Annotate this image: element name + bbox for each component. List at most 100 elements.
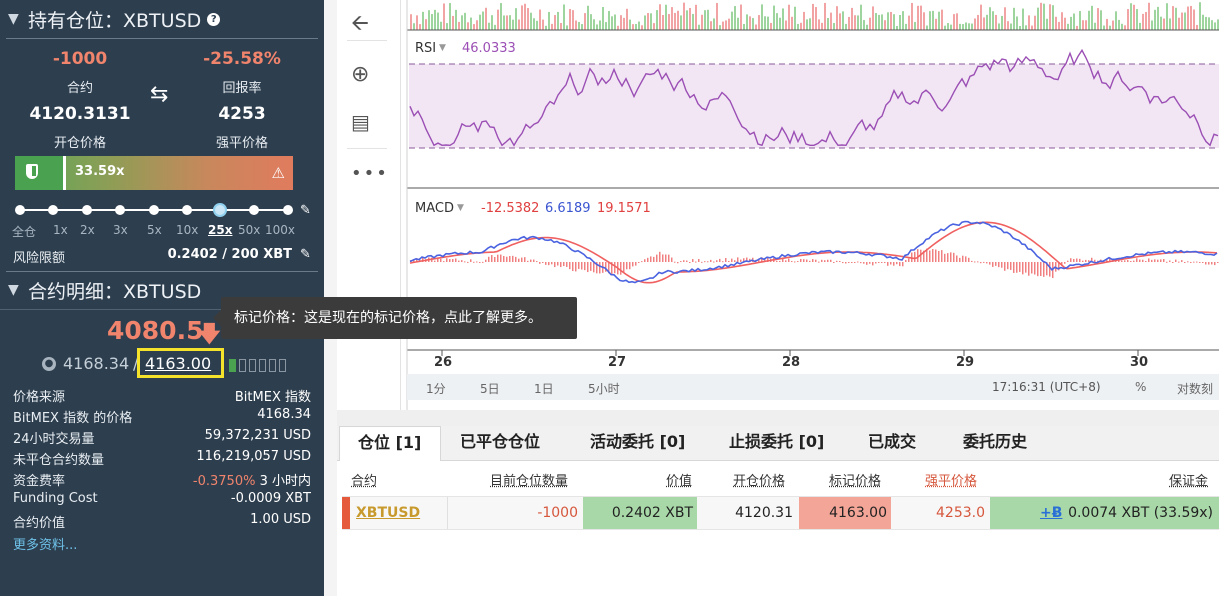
position-header[interactable]: ▼ 持有仓位：XBTUSD ? <box>0 0 324 38</box>
timeframe-button[interactable]: 5小时 <box>588 380 620 397</box>
volume-bar <box>974 18 976 30</box>
volume-bar <box>1094 22 1096 30</box>
histogram-bar <box>821 259 823 262</box>
leverage-stop[interactable] <box>249 205 259 215</box>
column-header-liq[interactable]: 强平价格 <box>925 470 977 489</box>
chevron-down-icon[interactable]: ▼ <box>439 43 446 53</box>
leverage-option[interactable]: 5x <box>147 223 162 237</box>
histogram-bar <box>506 256 508 262</box>
histogram-bar <box>854 262 856 263</box>
column-header-size[interactable]: 目前仓位数量 <box>490 470 568 489</box>
histogram-bar <box>656 254 658 262</box>
zoom-in-icon[interactable]: ⊕ <box>351 62 369 87</box>
mark-price-link[interactable]: 4163.00 <box>145 354 211 373</box>
leverage-option[interactable]: 50x <box>238 223 260 237</box>
chart-toolbar: 🡨 ⊕ ▤ ••• <box>337 0 401 410</box>
histogram-bar <box>1049 262 1051 277</box>
globe-icon: ● <box>42 357 56 371</box>
histogram-bar <box>1211 262 1213 265</box>
leverage-option-selected[interactable]: 25x <box>208 223 232 237</box>
histogram-bar <box>1130 260 1132 262</box>
column-header-entry[interactable]: 开仓价格 <box>733 470 785 489</box>
volume-bar <box>854 15 856 30</box>
edit-icon[interactable]: ✎ <box>300 247 311 262</box>
log-scale-button[interactable]: 对数刻 <box>1177 380 1213 397</box>
tab-active-orders[interactable]: 活动委托 [0] <box>590 426 685 460</box>
tab-positions[interactable]: 仓位 [1] <box>339 426 441 461</box>
leverage-stop[interactable] <box>82 205 92 215</box>
histogram-bar <box>968 257 970 262</box>
volume-bar <box>818 19 820 30</box>
histogram-bar <box>818 261 820 263</box>
column-header-value[interactable]: 价值 <box>666 470 692 489</box>
column-header-symbol[interactable]: 合约 <box>351 470 377 489</box>
histogram-bar <box>884 262 886 264</box>
volume-bar <box>434 9 436 30</box>
volume-bar <box>1202 14 1204 30</box>
histogram-bar <box>1025 262 1027 273</box>
symbol-link[interactable]: XBTUSD <box>356 497 420 529</box>
histogram-bar <box>836 260 838 262</box>
volume-bar <box>1004 7 1006 31</box>
back-arrow-icon[interactable]: 🡨 <box>351 6 369 44</box>
tab-stop-orders[interactable]: 止损委托 [0] <box>729 426 824 460</box>
tab-order-history[interactable]: 委托历史 <box>963 426 1027 460</box>
column-header-mark[interactable]: 标记价格 <box>829 470 881 489</box>
percent-button[interactable]: % <box>1135 380 1146 394</box>
histogram-bar <box>932 249 934 262</box>
column-header-margin[interactable]: 保证金 <box>1169 470 1208 489</box>
leverage-stop[interactable] <box>283 205 293 215</box>
chevron-down-icon[interactable]: ▼ <box>8 11 28 27</box>
histogram-bar <box>872 262 874 266</box>
chart-area[interactable]: RSI ▼ 46.0333 MACD ▼ -12.5382 6.6189 19.… <box>402 0 1219 410</box>
measure-icon[interactable]: ▤ <box>351 110 370 134</box>
edit-icon[interactable]: ✎ <box>300 203 311 218</box>
histogram-bar <box>710 259 712 262</box>
timeframe-button[interactable]: 1日 <box>534 380 554 397</box>
tab-closed-positions[interactable]: 已平仓仓位 <box>460 426 540 460</box>
add-margin-button[interactable]: +Ƀ <box>1040 497 1062 529</box>
timeframe-button[interactable]: 5日 <box>480 380 500 397</box>
leverage-option[interactable]: 全仓 <box>12 223 36 240</box>
histogram-bar <box>992 262 994 267</box>
leverage-option[interactable]: 100x <box>265 223 295 237</box>
histogram-bar <box>725 257 727 262</box>
volume-bar <box>1115 11 1117 30</box>
leverage-slider-handle[interactable] <box>213 203 227 217</box>
histogram-bar <box>914 251 916 262</box>
macd-label[interactable]: MACD <box>415 201 454 216</box>
volume-bar <box>740 4 742 30</box>
leverage-stop[interactable] <box>182 205 192 215</box>
chevron-down-icon[interactable]: ▼ <box>457 203 464 213</box>
histogram-bar <box>488 256 490 262</box>
volume-bar <box>875 13 877 30</box>
more-icon[interactable]: ••• <box>351 163 389 184</box>
volume-bar <box>680 15 682 30</box>
leverage-option[interactable]: 3x <box>113 223 128 237</box>
rsi-label[interactable]: RSI <box>415 41 436 56</box>
help-icon[interactable]: ? <box>207 12 221 26</box>
swap-arrows-icon[interactable]: ⇆ <box>150 82 168 107</box>
leverage-stop[interactable] <box>48 205 58 215</box>
leverage-stop[interactable] <box>149 205 159 215</box>
index-price[interactable]: 4168.34 <box>63 354 129 373</box>
leverage-option[interactable]: 1x <box>53 223 68 237</box>
leverage-option[interactable]: 2x <box>80 223 95 237</box>
leverage-stop[interactable] <box>115 205 125 215</box>
chevron-down-icon[interactable]: ▼ <box>8 282 28 298</box>
volume-bar <box>863 20 865 30</box>
tab-fills[interactable]: 已成交 <box>868 426 916 460</box>
histogram-bar <box>1040 262 1042 276</box>
volume-bar <box>1112 20 1114 30</box>
panel-splitter[interactable] <box>337 410 1219 426</box>
timeframe-button[interactable]: 1分 <box>426 380 446 397</box>
leverage-stop[interactable] <box>15 205 25 215</box>
volume-bar <box>605 22 607 30</box>
volume-bar <box>488 22 490 30</box>
leverage-option[interactable]: 10x <box>176 223 198 237</box>
more-info-link[interactable]: 更多资料... <box>13 534 77 553</box>
x-axis-label: 28 <box>782 355 801 370</box>
volume-bar <box>686 10 688 30</box>
volume-bar <box>926 25 928 30</box>
histogram-bar <box>950 252 952 262</box>
